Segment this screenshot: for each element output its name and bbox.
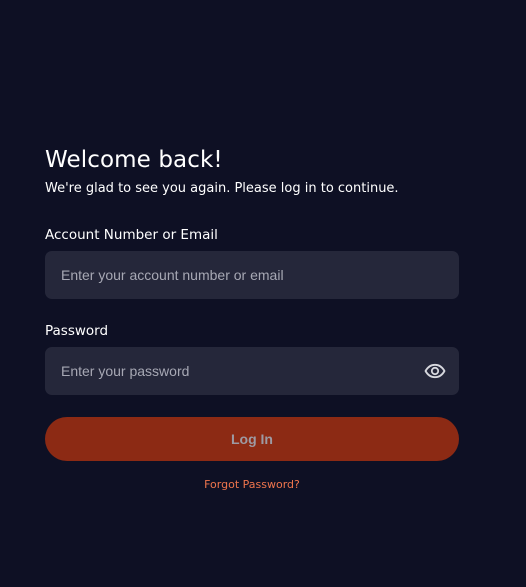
password-input-container [45,347,459,395]
account-label: Account Number or Email [45,227,218,243]
account-input[interactable] [45,251,459,299]
page-subtitle: We're glad to see you again. Please log … [45,181,399,196]
login-form: Welcome back! We're glad to see you agai… [45,145,459,492]
login-page: Welcome back! We're glad to see you agai… [0,0,526,587]
page-title: Welcome back! [45,147,223,173]
eye-icon [424,363,446,379]
forgot-password-link[interactable]: Forgot Password? [45,478,459,492]
show-password-button[interactable] [423,360,447,382]
login-button[interactable]: Log In [45,417,459,461]
account-input-container [45,251,459,299]
password-input[interactable] [45,347,459,395]
password-label: Password [45,323,109,339]
